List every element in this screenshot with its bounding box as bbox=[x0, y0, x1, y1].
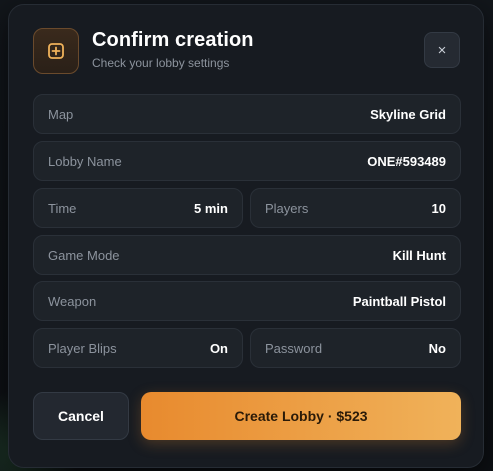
create-lobby-button[interactable]: Create Lobby · $523 bbox=[141, 392, 461, 440]
setting-label-map: Map bbox=[48, 106, 74, 122]
plus-square-icon bbox=[33, 28, 79, 74]
cancel-button[interactable]: Cancel bbox=[33, 392, 129, 440]
setting-label-game-mode: Game Mode bbox=[48, 247, 120, 263]
setting-row-password: Password No bbox=[250, 328, 461, 368]
confirm-creation-dialog: Confirm creation Check your lobby settin… bbox=[8, 4, 484, 468]
setting-value-map: Skyline Grid bbox=[370, 106, 446, 122]
setting-row-game-mode: Game Mode Kill Hunt bbox=[33, 235, 461, 275]
setting-value-weapon: Paintball Pistol bbox=[352, 293, 446, 309]
dialog-subtitle: Check your lobby settings bbox=[92, 56, 230, 70]
setting-label-lobby-name: Lobby Name bbox=[48, 153, 122, 169]
close-button[interactable]: × bbox=[424, 32, 460, 68]
setting-label-players: Players bbox=[265, 200, 309, 216]
setting-label-time: Time bbox=[48, 200, 77, 216]
setting-value-password: No bbox=[428, 340, 446, 356]
setting-label-player-blips: Player Blips bbox=[48, 340, 117, 356]
setting-value-game-mode: Kill Hunt bbox=[392, 247, 446, 263]
setting-row-players: Players 10 bbox=[250, 188, 461, 228]
setting-row-time: Time 5 min bbox=[33, 188, 243, 228]
setting-label-weapon: Weapon bbox=[48, 293, 97, 309]
setting-row-lobby-name: Lobby Name ONE#593489 bbox=[33, 141, 461, 181]
setting-row-player-blips: Player Blips On bbox=[33, 328, 243, 368]
dialog-title: Confirm creation bbox=[92, 29, 254, 51]
close-icon: × bbox=[437, 41, 447, 59]
setting-value-players: 10 bbox=[431, 200, 446, 216]
setting-row-weapon: Weapon Paintball Pistol bbox=[33, 281, 461, 321]
setting-value-lobby-name: ONE#593489 bbox=[367, 153, 446, 169]
setting-row-map: Map Skyline Grid bbox=[33, 94, 461, 134]
setting-label-password: Password bbox=[265, 340, 323, 356]
setting-value-player-blips: On bbox=[209, 340, 228, 356]
setting-value-time: 5 min bbox=[194, 200, 228, 216]
